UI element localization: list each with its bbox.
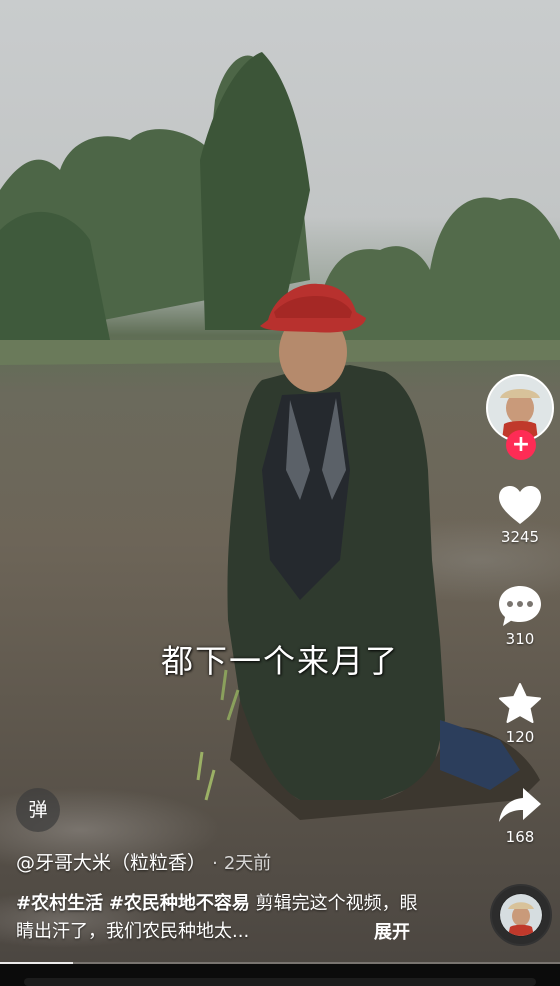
- author-avatar-container: +: [486, 374, 554, 464]
- comment-count: 310: [505, 630, 535, 648]
- video-player[interactable]: 都下一个来月了: [0, 0, 560, 986]
- video-description: #农村生活 #农民种地不容易 剪辑完这个视频，眼睛出汗了，我们农民种地太...: [16, 890, 430, 946]
- heart-icon: [499, 486, 541, 524]
- post-time: 2天前: [223, 853, 272, 874]
- favorite-count: 120: [505, 728, 535, 746]
- hashtag-link[interactable]: #农民种地不容易: [109, 893, 250, 914]
- home-indicator: [24, 978, 536, 986]
- comment-icon: [499, 586, 541, 626]
- separator-dot: ·: [212, 853, 218, 874]
- farmer-figure: [196, 283, 540, 820]
- bottom-bar: [0, 964, 560, 986]
- share-count: 168: [505, 828, 535, 846]
- comment-action[interactable]: 310: [484, 584, 556, 648]
- hashtag-link[interactable]: #农村生活: [16, 893, 103, 914]
- favorite-action[interactable]: 120: [484, 682, 556, 746]
- follow-button[interactable]: +: [506, 430, 536, 460]
- expand-description-button[interactable]: 展开: [374, 918, 410, 944]
- author-name[interactable]: @牙哥大米（粒粒香）: [16, 852, 206, 874]
- author-line: @牙哥大米（粒粒香） · 2天前: [16, 848, 271, 875]
- share-icon: [499, 788, 541, 822]
- like-action[interactable]: 3245: [484, 484, 556, 546]
- music-cover: [500, 894, 542, 936]
- danmaku-toggle-button[interactable]: 弹: [16, 788, 60, 832]
- star-icon: [499, 683, 541, 723]
- music-cover-image: [500, 894, 542, 936]
- share-action[interactable]: 168: [484, 786, 556, 846]
- video-subtitle: 都下一个来月了: [160, 642, 399, 680]
- music-disc[interactable]: [490, 884, 552, 946]
- like-count: 3245: [500, 528, 540, 546]
